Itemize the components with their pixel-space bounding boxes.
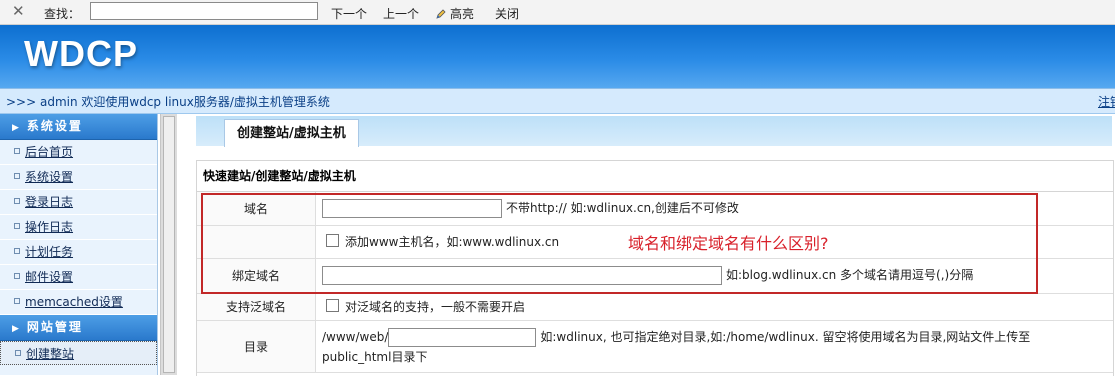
highlight-label: 高亮 [450, 7, 475, 21]
directory-hint-line2: public_html目录下 [322, 349, 428, 364]
sidebar-link[interactable]: 计划任务 [25, 245, 73, 259]
logout-link[interactable]: 注销 [1098, 93, 1115, 110]
category-label: 网站管理 [26, 320, 83, 334]
domain-hint: 不带http:// 如:wdlinux.cn,创建后不可修改 [506, 200, 739, 215]
square-bullet-icon [14, 248, 20, 254]
bind-domain-hint: 如:blog.wdlinux.cn 多个域名请用逗号(,)分隔 [726, 268, 974, 282]
square-bullet-icon [14, 223, 20, 229]
sidebar-link[interactable]: 邮件设置 [25, 270, 73, 284]
directory-input[interactable] [388, 327, 537, 347]
form-row-bind-domain: 绑定域名 如:blog.wdlinux.cn 多个域名请用逗号(,)分隔 [197, 258, 1113, 294]
directory-prefix: /www/web/ [322, 329, 389, 344]
site-form: 域名 不带http:// 如:wdlinux.cn,创建后不可修改 添加www主… [197, 192, 1113, 373]
sidebar-item-login-log[interactable]: 登录日志 [0, 190, 157, 215]
sidebar-link[interactable]: 后台首页 [25, 145, 73, 159]
square-bullet-icon [15, 350, 21, 356]
sidebar: ▶ 系统设置 后台首页 系统设置 登录日志 操作日志 计划任务 邮件设置 memc… [0, 114, 158, 375]
www-label: 添加www主机名，如:www.wdlinux.cn [345, 235, 560, 249]
square-bullet-icon [14, 298, 20, 304]
directory-hint: 如:wdlinux, 也可指定绝对目录,如:/home/wdlinux. 留空将… [540, 329, 1031, 344]
sidebar-item-operation-log[interactable]: 操作日志 [0, 215, 157, 240]
sidebar-link[interactable]: 创建整站 [26, 347, 74, 361]
category-label: 系统设置 [26, 119, 83, 133]
sidebar-category-website[interactable]: ▶ 网站管理 [0, 315, 157, 341]
wildcard-label: 支持泛域名 [197, 293, 316, 321]
sidebar-item-home[interactable]: 后台首页 [0, 140, 157, 165]
sidebar-item-memcached[interactable]: memcached设置 [0, 290, 157, 315]
find-prev-button[interactable]: 上一个 [383, 5, 419, 22]
find-bar: ✕ 查找： 下一个 上一个 高亮 关闭 [0, 0, 1115, 25]
sidebar-link[interactable]: 操作日志 [25, 220, 73, 234]
bind-domain-label: 绑定域名 [197, 258, 316, 294]
sidebar-link[interactable]: memcached设置 [25, 295, 123, 309]
form-row-domain: 域名 不带http:// 如:wdlinux.cn,创建后不可修改 [197, 192, 1113, 226]
form-row-wildcard: 支持泛域名 对泛域名的支持，一般不需要开启 [197, 293, 1113, 321]
square-bullet-icon [14, 173, 20, 179]
header-banner: WDCP [0, 25, 1115, 88]
square-bullet-icon [14, 198, 20, 204]
triangle-right-icon: ▶ [12, 123, 19, 133]
scrollbar-thumb[interactable] [163, 116, 175, 373]
tab-create-site[interactable]: 创建整站/虚拟主机 [224, 119, 359, 147]
find-next-button[interactable]: 下一个 [331, 5, 367, 22]
square-bullet-icon [14, 148, 20, 154]
sidebar-item-system-settings[interactable]: 系统设置 [0, 165, 157, 190]
sidebar-item-cron[interactable]: 计划任务 [0, 240, 157, 265]
www-checkbox[interactable] [326, 234, 339, 247]
directory-label: 目录 [197, 320, 316, 373]
welcome-text: >>> admin 欢迎使用wdcp linux服务器/虚拟主机管理系统 [6, 95, 330, 109]
domain-input[interactable] [322, 198, 502, 218]
wildcard-text: 对泛域名的支持，一般不需要开启 [345, 300, 526, 314]
create-site-panel: 快速建站/创建整站/虚拟主机 域名 不带http:// 如:wdlinux.cn… [196, 160, 1114, 376]
highlight-pen-icon [436, 9, 446, 19]
sidebar-link[interactable]: 系统设置 [25, 170, 73, 184]
find-input[interactable] [90, 2, 318, 20]
tab-bar: 创建整站/虚拟主机 [196, 116, 1112, 147]
sidebar-scrollbar[interactable] [160, 114, 177, 375]
bind-domain-input[interactable] [322, 266, 722, 285]
panel-title: 快速建站/创建整站/虚拟主机 [197, 161, 1113, 192]
sidebar-category-system[interactable]: ▶ 系统设置 [0, 114, 157, 140]
close-icon[interactable]: ✕ [12, 2, 25, 20]
form-row-directory: 目录 /www/web/如:wdlinux, 也可指定绝对目录,如:/home/… [197, 320, 1113, 373]
sidebar-item-create-site[interactable]: 创建整站 [0, 341, 157, 365]
sidebar-link[interactable]: 登录日志 [25, 195, 73, 209]
find-label: 查找： [44, 7, 81, 21]
find-close-button[interactable]: 关闭 [495, 5, 519, 22]
triangle-right-icon: ▶ [12, 324, 19, 334]
welcome-bar: >>> admin 欢迎使用wdcp linux服务器/虚拟主机管理系统 注销 [0, 88, 1115, 114]
sidebar-item-mail[interactable]: 邮件设置 [0, 265, 157, 290]
domain-label: 域名 [197, 192, 316, 226]
wildcard-checkbox[interactable] [326, 299, 339, 312]
highlight-button[interactable]: 高亮 [435, 5, 474, 22]
annotation-question: 域名和绑定域名有什么区别? [628, 234, 829, 253]
logo: WDCP [24, 33, 138, 74]
square-bullet-icon [14, 273, 20, 279]
